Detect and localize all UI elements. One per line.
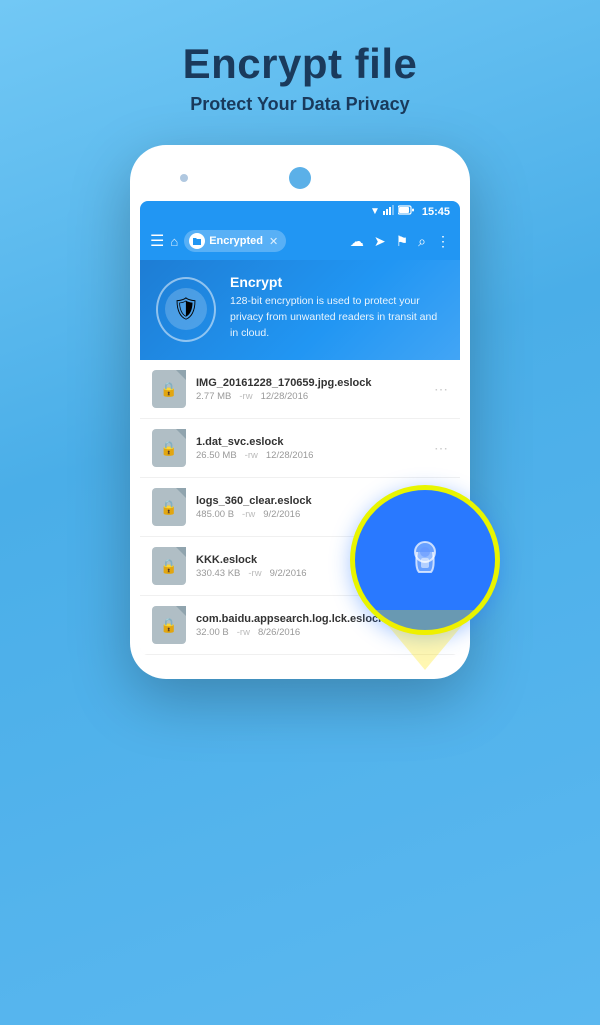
file-perm: -rw bbox=[242, 509, 255, 520]
file-date: 9/2/2016 bbox=[270, 568, 307, 579]
file-name: 1.dat_svc.eslock bbox=[196, 436, 424, 448]
lock-icon: 🔒 bbox=[160, 499, 177, 516]
banner-title: Encrypt bbox=[230, 274, 446, 290]
file-meta: 26.50 MB -rw 12/28/2016 bbox=[196, 450, 424, 461]
file-perm: -rw bbox=[245, 450, 258, 461]
more-icon[interactable]: ⋮ bbox=[436, 233, 450, 250]
chip-close-icon[interactable]: ✕ bbox=[269, 235, 278, 248]
home-icon[interactable]: ⌂ bbox=[170, 234, 178, 249]
file-date: 12/28/2016 bbox=[266, 450, 314, 461]
file-icon: 🔒 bbox=[152, 606, 186, 644]
keyhole-icon bbox=[395, 530, 455, 590]
file-more-icon[interactable]: ⋯ bbox=[434, 440, 448, 457]
file-date: 9/2/2016 bbox=[263, 509, 300, 520]
page-title: Encrypt file bbox=[183, 40, 418, 88]
bookmark-icon[interactable]: ⚑ bbox=[396, 233, 409, 250]
chip-label: Encrypted bbox=[209, 235, 263, 247]
chip-folder-icon bbox=[189, 233, 205, 249]
banner-description: 128-bit encryption is used to protect yo… bbox=[230, 294, 446, 341]
file-size: 485.00 B bbox=[196, 509, 234, 520]
file-size: 330.43 KB bbox=[196, 568, 240, 579]
lock-icon: 🔒 bbox=[160, 617, 177, 634]
file-size: 2.77 MB bbox=[196, 391, 231, 402]
bar-actions: ☁ ➤ ⚑ ⌕ ⋮ bbox=[350, 233, 450, 250]
phone-sensor bbox=[180, 174, 188, 182]
file-icon: 🔒 bbox=[152, 488, 186, 526]
send-icon[interactable]: ➤ bbox=[374, 233, 386, 250]
file-date: 8/26/2016 bbox=[258, 627, 300, 638]
search-icon[interactable]: ⌕ bbox=[418, 233, 426, 250]
hamburger-icon[interactable]: ☰ bbox=[150, 231, 164, 251]
file-icon: 🔒 bbox=[152, 547, 186, 585]
file-icon: 🔒 bbox=[152, 429, 186, 467]
file-name: IMG_20161228_170659.jpg.eslock bbox=[196, 377, 424, 389]
page-subtitle: Protect Your Data Privacy bbox=[183, 94, 418, 115]
lock-icon: 🔒 bbox=[160, 381, 177, 398]
file-info: 1.dat_svc.eslock 26.50 MB -rw 12/28/2016 bbox=[196, 436, 424, 461]
file-perm: -rw bbox=[239, 391, 252, 402]
list-item[interactable]: 🔒 1.dat_svc.eslock 26.50 MB -rw 12/28/20… bbox=[140, 419, 460, 478]
phone-top-bar bbox=[140, 163, 460, 201]
wifi-icon: ▼ bbox=[370, 206, 380, 217]
keyhole-overlay bbox=[350, 485, 500, 635]
status-time: 15:45 bbox=[422, 206, 450, 218]
file-more-icon[interactable]: ⋯ bbox=[434, 381, 448, 398]
lock-icon: 🔒 bbox=[160, 558, 177, 575]
file-perm: -rw bbox=[237, 627, 250, 638]
banner-shield-graphic: 🛡 bbox=[154, 274, 218, 344]
file-date: 12/28/2016 bbox=[261, 391, 309, 402]
banner-text-block: Encrypt 128-bit encryption is used to pr… bbox=[230, 274, 446, 341]
app-bar: ☰ ⌂ Encrypted ✕ ☁ ➤ ⚑ ⌕ bbox=[140, 222, 460, 260]
lock-icon: 🔒 bbox=[160, 440, 177, 457]
keyhole-circle bbox=[350, 485, 500, 635]
cloud-icon[interactable]: ☁ bbox=[350, 233, 364, 250]
breadcrumb-chip[interactable]: Encrypted ✕ bbox=[184, 230, 286, 252]
battery-icon bbox=[398, 205, 414, 218]
file-info: IMG_20161228_170659.jpg.eslock 2.77 MB -… bbox=[196, 377, 424, 402]
file-size: 26.50 MB bbox=[196, 450, 237, 461]
list-item[interactable]: 🔒 IMG_20161228_170659.jpg.eslock 2.77 MB… bbox=[140, 360, 460, 419]
status-bar: ▼ bbox=[140, 201, 460, 222]
file-meta: 2.77 MB -rw 12/28/2016 bbox=[196, 391, 424, 402]
file-perm: -rw bbox=[248, 568, 261, 579]
phone-mockup: ▼ bbox=[130, 145, 470, 679]
signal-icon bbox=[383, 205, 395, 218]
file-size: 32.00 B bbox=[196, 627, 229, 638]
phone-camera bbox=[289, 167, 311, 189]
encrypt-banner: 🛡 Encrypt 128-bit encryption is used to … bbox=[140, 260, 460, 360]
file-icon: 🔒 bbox=[152, 370, 186, 408]
